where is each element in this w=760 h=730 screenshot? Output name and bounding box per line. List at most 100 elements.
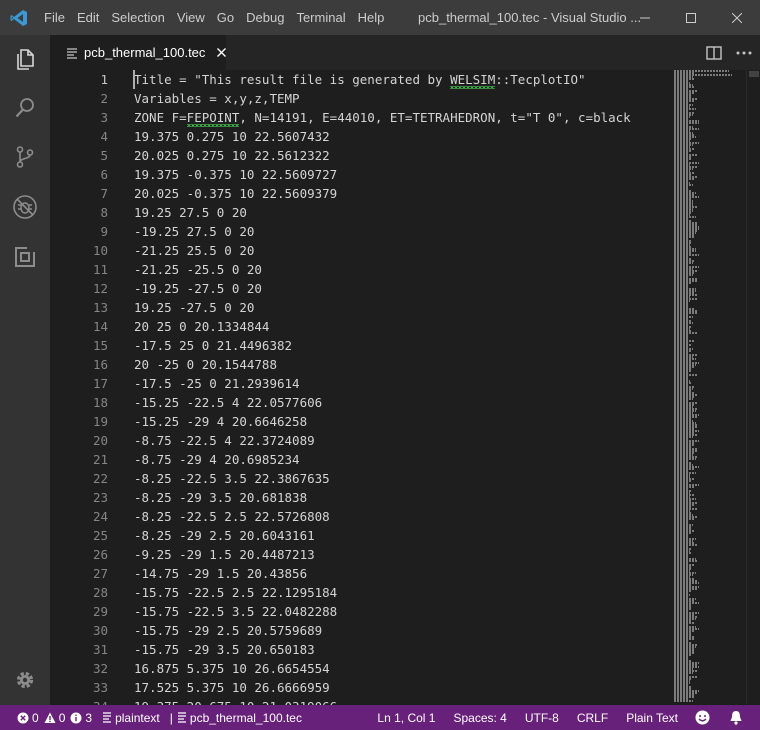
text-cursor xyxy=(133,70,135,89)
feedback-smiley-icon[interactable] xyxy=(687,705,721,730)
code-line[interactable]: 15 -17.5 25 0 21.4496382 xyxy=(50,336,670,355)
window-controls xyxy=(622,0,760,35)
menu-edit[interactable]: Edit xyxy=(71,0,105,35)
line-number: 18 xyxy=(92,395,108,410)
code-line[interactable]: 23 -8.25 -29 3.5 20.681838 xyxy=(50,488,670,507)
code-line[interactable]: 34 19.375 20.675 10 21.0319066 xyxy=(50,697,670,705)
notifications-bell-icon[interactable] xyxy=(721,705,760,730)
editor[interactable]: 1 Title = "This result file is generated … xyxy=(50,70,760,705)
code-line[interactable]: 31 -15.75 -29 3.5 20.650183 xyxy=(50,640,670,659)
maximize-button[interactable] xyxy=(668,0,714,35)
extensions-icon[interactable] xyxy=(0,232,50,282)
line-text: -8.25 -22.5 3.5 22.3867635 xyxy=(134,471,330,486)
code-line[interactable]: 6 19.375 -0.375 10 22.5609727 xyxy=(50,165,670,184)
warning-count: 0 xyxy=(58,710,66,725)
code-line[interactable]: 25 -8.25 -29 2.5 20.6043161 xyxy=(50,526,670,545)
menu-selection[interactable]: Selection xyxy=(105,0,170,35)
close-window-button[interactable] xyxy=(714,0,760,35)
plaintext-file-icon xyxy=(66,47,78,59)
line-text: -15.75 -22.5 2.5 22.1295184 xyxy=(134,585,338,600)
file-icon xyxy=(177,711,186,723)
menu-debug[interactable]: Debug xyxy=(240,0,290,35)
code-line[interactable]: 30 -15.75 -29 2.5 20.5759689 xyxy=(50,621,670,640)
info-count: 3 xyxy=(85,710,93,725)
line-number: 27 xyxy=(92,566,108,581)
encoding-selector[interactable]: UTF-8 xyxy=(516,705,568,730)
code-line[interactable]: 14 20 25 0 20.1334844 xyxy=(50,317,670,336)
line-number: 32 xyxy=(92,661,108,676)
code-line[interactable]: 21 -8.75 -29 4 20.6985234 xyxy=(50,450,670,469)
code-line[interactable]: 10 -21.25 25.5 0 20 xyxy=(50,241,670,260)
code-line[interactable]: 3 ZONE F=FEPOINT, N=14191, E=44010, ET=TE… xyxy=(50,108,670,127)
file-name-indicator[interactable]: | pcb_thermal_100.tec xyxy=(165,705,307,730)
file-icon xyxy=(103,711,112,723)
code-line[interactable]: 18 -15.25 -22.5 4 22.0577606 xyxy=(50,393,670,412)
line-text: -8.75 -29 4 20.6985234 xyxy=(134,452,300,467)
menu-view[interactable]: View xyxy=(171,0,211,35)
activity-bar xyxy=(0,35,50,705)
code-line[interactable]: 16 20 -25 0 20.1544788 xyxy=(50,355,670,374)
code-line[interactable]: 11 -21.25 -25.5 0 20 xyxy=(50,260,670,279)
line-text: -17.5 25 0 21.4496382 xyxy=(134,338,293,353)
line-number: 20 xyxy=(92,433,108,448)
tab-pcb-thermal[interactable]: pcb_thermal_100.tec xyxy=(50,35,227,70)
cursor-position[interactable]: Ln 1, Col 1 xyxy=(368,705,444,730)
eol-selector[interactable]: CRLF xyxy=(568,705,617,730)
line-number: 14 xyxy=(92,319,108,334)
menu-help[interactable]: Help xyxy=(352,0,391,35)
line-text: 19.375 20.675 10 21.0319066 xyxy=(134,697,337,705)
debug-icon[interactable] xyxy=(0,182,50,232)
code-line[interactable]: 20 -8.75 -22.5 4 22.3724089 xyxy=(50,431,670,450)
vertical-scrollbar[interactable] xyxy=(746,70,760,705)
line-text: 20 25 0 20.1334844 xyxy=(134,319,270,334)
indentation-selector[interactable]: Spaces: 4 xyxy=(444,705,515,730)
menu-go[interactable]: Go xyxy=(211,0,240,35)
code-line[interactable]: 27 -14.75 -29 1.5 20.43856 xyxy=(50,564,670,583)
code-line[interactable]: 1 Title = "This result file is generated … xyxy=(50,70,670,89)
scroll-thumb[interactable] xyxy=(749,71,759,77)
code-line[interactable]: 5 20.025 0.275 10 22.5612322 xyxy=(50,146,670,165)
code-line[interactable]: 4 19.375 0.275 10 22.5607432 xyxy=(50,127,670,146)
code-line[interactable]: 2 Variables = x,y,z,TEMP xyxy=(50,89,670,108)
editor-actions xyxy=(706,35,752,70)
more-actions-icon[interactable] xyxy=(736,51,752,55)
code-line[interactable]: 8 19.25 27.5 0 20 xyxy=(50,203,670,222)
code-line[interactable]: 26 -9.25 -29 1.5 20.4487213 xyxy=(50,545,670,564)
problems-indicator[interactable]: 0 0 3 xyxy=(12,705,97,730)
code-line[interactable]: 24 -8.25 -22.5 2.5 22.5726808 xyxy=(50,507,670,526)
code-line[interactable]: 32 16.875 5.375 10 26.6654554 xyxy=(50,659,670,678)
line-number: 7 xyxy=(100,186,108,201)
search-icon[interactable] xyxy=(0,83,50,133)
error-icon xyxy=(17,712,29,723)
menu-file[interactable]: File xyxy=(38,0,71,35)
code-line[interactable]: 22 -8.25 -22.5 3.5 22.3867635 xyxy=(50,469,670,488)
tab-label: pcb_thermal_100.tec xyxy=(84,45,206,60)
language-mode-selector[interactable]: Plain Text xyxy=(617,705,687,730)
code-line[interactable]: 17 -17.5 -25 0 21.2939614 xyxy=(50,374,670,393)
menu-terminal[interactable]: Terminal xyxy=(290,0,351,35)
line-number: 29 xyxy=(92,604,108,619)
language-indicator-left[interactable]: plaintext xyxy=(97,705,165,730)
settings-gear-icon[interactable] xyxy=(0,655,50,705)
source-control-icon[interactable] xyxy=(0,132,50,182)
code-line[interactable]: 12 -19.25 -27.5 0 20 xyxy=(50,279,670,298)
split-editor-icon[interactable] xyxy=(706,45,722,60)
warning-icon xyxy=(44,712,56,723)
tab-close-icon[interactable] xyxy=(217,45,227,61)
code-line[interactable]: 29 -15.75 -22.5 3.5 22.0482288 xyxy=(50,602,670,621)
minimap[interactable] xyxy=(674,70,736,705)
code-line[interactable]: 19 -15.25 -29 4 20.6646258 xyxy=(50,412,670,431)
line-text: -19.25 27.5 0 20 xyxy=(134,224,255,239)
code-line[interactable]: 7 20.025 -0.375 10 22.5609379 xyxy=(50,184,670,203)
minimize-button[interactable] xyxy=(622,0,668,35)
line-number: 30 xyxy=(92,623,108,638)
line-number: 26 xyxy=(92,547,108,562)
code-line[interactable]: 13 19.25 -27.5 0 20 xyxy=(50,298,670,317)
explorer-icon[interactable] xyxy=(0,35,50,85)
line-text: 20 -25 0 20.1544788 xyxy=(134,357,277,372)
close-icon xyxy=(732,12,742,23)
code-line[interactable]: 33 17.525 5.375 10 26.6666959 xyxy=(50,678,670,697)
code-line[interactable]: 28 -15.75 -22.5 2.5 22.1295184 xyxy=(50,583,670,602)
line-text: 20.025 0.275 10 22.5612322 xyxy=(134,148,330,163)
code-line[interactable]: 9 -19.25 27.5 0 20 xyxy=(50,222,670,241)
